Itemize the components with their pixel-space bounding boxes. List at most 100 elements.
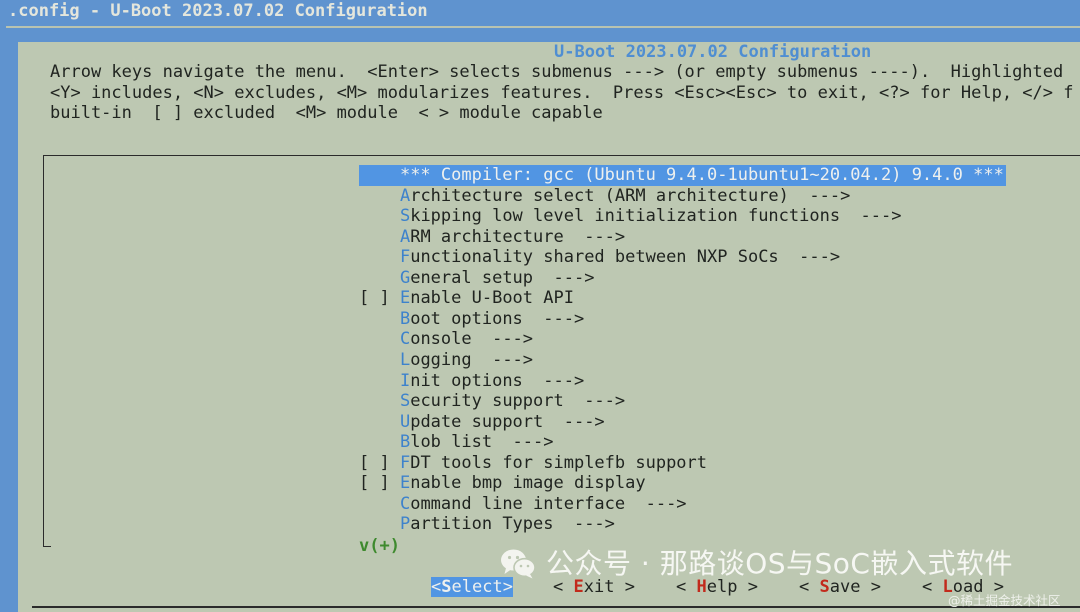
select-button[interactable]: <Select> bbox=[431, 577, 513, 598]
button-bracket-left: < bbox=[676, 577, 697, 597]
menu-item-hotkey: U bbox=[399, 411, 411, 432]
menu-item-label: ommand line interface ---> bbox=[410, 493, 687, 514]
menu-item[interactable]: Init options ---> bbox=[359, 371, 584, 392]
button-bracket-left: < bbox=[799, 577, 820, 597]
button-label: elect bbox=[451, 577, 503, 597]
menu-item[interactable]: Partition Types ---> bbox=[359, 514, 615, 535]
menu-item-label: onsole ---> bbox=[410, 329, 534, 350]
menu-item-prefix bbox=[359, 514, 400, 534]
menu-item[interactable]: Security support ---> bbox=[359, 391, 625, 412]
menu-item-prefix bbox=[359, 227, 400, 247]
help-line-1: Arrow keys navigate the menu. <Enter> se… bbox=[50, 62, 1064, 82]
scroll-more-indicator[interactable]: v(+) bbox=[359, 536, 400, 557]
menu-item-prefix bbox=[359, 247, 400, 267]
menu-item-prefix bbox=[359, 371, 400, 391]
menu-item-label: lob list ---> bbox=[410, 432, 554, 453]
menu-item-hotkey: B bbox=[399, 308, 411, 329]
menu-item[interactable]: [ ] FDT tools for simplefb support bbox=[359, 453, 707, 474]
window-title: .config - U-Boot 2023.07.02 Configuratio… bbox=[8, 1, 428, 21]
watermark-source: @稀土掘金技术社区 bbox=[948, 593, 1061, 608]
help-line-2: <Y> includes, <N> excludes, <M> modulari… bbox=[50, 83, 1074, 103]
menu-frame-corner bbox=[43, 546, 51, 547]
button-face[interactable]: < Save > bbox=[799, 577, 881, 597]
button-face[interactable]: <Select> bbox=[431, 577, 513, 597]
menu-item-hotkey: E bbox=[399, 288, 411, 309]
menu-item-label: unctionality shared between NXP SoCs ---… bbox=[410, 247, 841, 268]
menu-item-label: ogging ---> bbox=[410, 349, 534, 370]
menu-item-label: *** Compiler: gcc (Ubuntu 9.4.0-1ubuntu1… bbox=[399, 165, 1004, 185]
menu-item-label: ecurity support ---> bbox=[410, 391, 626, 412]
menu-item-prefix[interactable]: [ ] bbox=[359, 473, 400, 493]
menu-item-label: artition Types ---> bbox=[410, 514, 615, 535]
menu-item-label: nable bmp image display bbox=[410, 473, 646, 494]
button-hotkey: E bbox=[573, 577, 584, 597]
dialog-title: U-Boot 2023.07.02 Configuration bbox=[554, 42, 872, 62]
menu-item[interactable]: Command line interface ---> bbox=[359, 494, 687, 515]
menu-item-prefix bbox=[359, 186, 400, 206]
menu-item[interactable]: Skipping low level initialization functi… bbox=[359, 206, 902, 227]
menu-item-prefix[interactable]: [ ] bbox=[359, 453, 400, 473]
menu-item-label: nable U-Boot API bbox=[410, 288, 574, 309]
menu-item[interactable]: Console ---> bbox=[359, 329, 533, 350]
menu-item-hotkey: B bbox=[399, 432, 411, 453]
menu-item-hotkey: A bbox=[399, 185, 411, 206]
menu-item[interactable]: General setup ---> bbox=[359, 268, 594, 289]
menu-item[interactable]: Architecture select (ARM architecture) -… bbox=[359, 186, 850, 207]
menu-item[interactable]: [ ] Enable bmp image display bbox=[359, 473, 646, 494]
menu-item-prefix bbox=[359, 329, 400, 349]
menu-item-hotkey: F bbox=[399, 452, 411, 473]
menu-item-hotkey: C bbox=[399, 493, 411, 514]
menu-item-label: RM architecture ---> bbox=[410, 226, 626, 247]
menu-item-prefix bbox=[359, 165, 400, 185]
menu-item-prefix bbox=[359, 309, 400, 329]
menu-item-hotkey: P bbox=[399, 514, 411, 535]
menu-item[interactable]: Update support ---> bbox=[359, 412, 605, 433]
menu-item-hotkey: S bbox=[399, 206, 411, 227]
button-label: xit bbox=[583, 577, 615, 597]
menu-item-prefix bbox=[359, 432, 400, 452]
exit-button[interactable]: < Exit > bbox=[553, 577, 635, 598]
menu-item-hotkey: L bbox=[399, 349, 411, 370]
help-button[interactable]: < Help > bbox=[676, 577, 758, 598]
button-bracket-left: < bbox=[431, 577, 442, 597]
menu-item[interactable]: Logging ---> bbox=[359, 350, 533, 371]
button-hotkey: S bbox=[441, 577, 452, 597]
menu-item-prefix[interactable]: [ ] bbox=[359, 288, 400, 308]
button-face[interactable]: < Help > bbox=[676, 577, 758, 597]
menu-item-hotkey: A bbox=[399, 226, 411, 247]
menu-item-hotkey: S bbox=[399, 391, 411, 412]
menu-item[interactable]: ARM architecture ---> bbox=[359, 227, 625, 248]
help-line-3: built-in [ ] excluded <M> module < > mod… bbox=[50, 103, 603, 123]
button-face[interactable]: < Exit > bbox=[553, 577, 635, 597]
menu-item-prefix bbox=[359, 350, 400, 370]
button-bracket-right: > bbox=[737, 577, 758, 597]
menu-item-hotkey: G bbox=[399, 267, 411, 288]
menu-item[interactable]: Functionality shared between NXP SoCs --… bbox=[359, 247, 840, 268]
title-separator bbox=[6, 26, 1080, 28]
menu-item-label: pdate support ---> bbox=[410, 411, 605, 432]
menu-item-label: oot options ---> bbox=[410, 308, 585, 329]
menu-item-label: kipping low level initialization functio… bbox=[410, 206, 902, 227]
menu-item-hotkey: I bbox=[399, 370, 411, 391]
wechat-icon bbox=[501, 549, 536, 579]
menu-item-hotkey: F bbox=[399, 247, 411, 268]
menu-item[interactable]: Blob list ---> bbox=[359, 432, 554, 453]
menu-item-label: eneral setup ---> bbox=[410, 267, 595, 288]
menu-item-prefix bbox=[359, 391, 400, 411]
menu-item[interactable]: *** Compiler: gcc (Ubuntu 9.4.0-1ubuntu1… bbox=[359, 165, 1006, 186]
save-button[interactable]: < Save > bbox=[799, 577, 881, 598]
button-label: elp bbox=[706, 577, 738, 597]
menu-item-label: nit options ---> bbox=[410, 370, 585, 391]
button-bracket-right: > bbox=[614, 577, 635, 597]
watermark-text: 公众号 · 那路谈OS与SoC嵌入式软件 bbox=[546, 546, 1013, 580]
menu-item-prefix bbox=[359, 206, 400, 226]
watermark: 公众号 · 那路谈OS与SoC嵌入式软件 bbox=[500, 548, 1013, 580]
menu-item-prefix bbox=[359, 268, 400, 288]
menu-item[interactable]: [ ] Enable U-Boot API bbox=[359, 288, 574, 309]
button-hotkey: H bbox=[696, 577, 707, 597]
bottom-rule bbox=[32, 606, 1080, 608]
button-bracket-right: > bbox=[860, 577, 881, 597]
button-bracket-left: < bbox=[553, 577, 574, 597]
menu-item[interactable]: Boot options ---> bbox=[359, 309, 584, 330]
button-bracket-left: < bbox=[922, 577, 943, 597]
